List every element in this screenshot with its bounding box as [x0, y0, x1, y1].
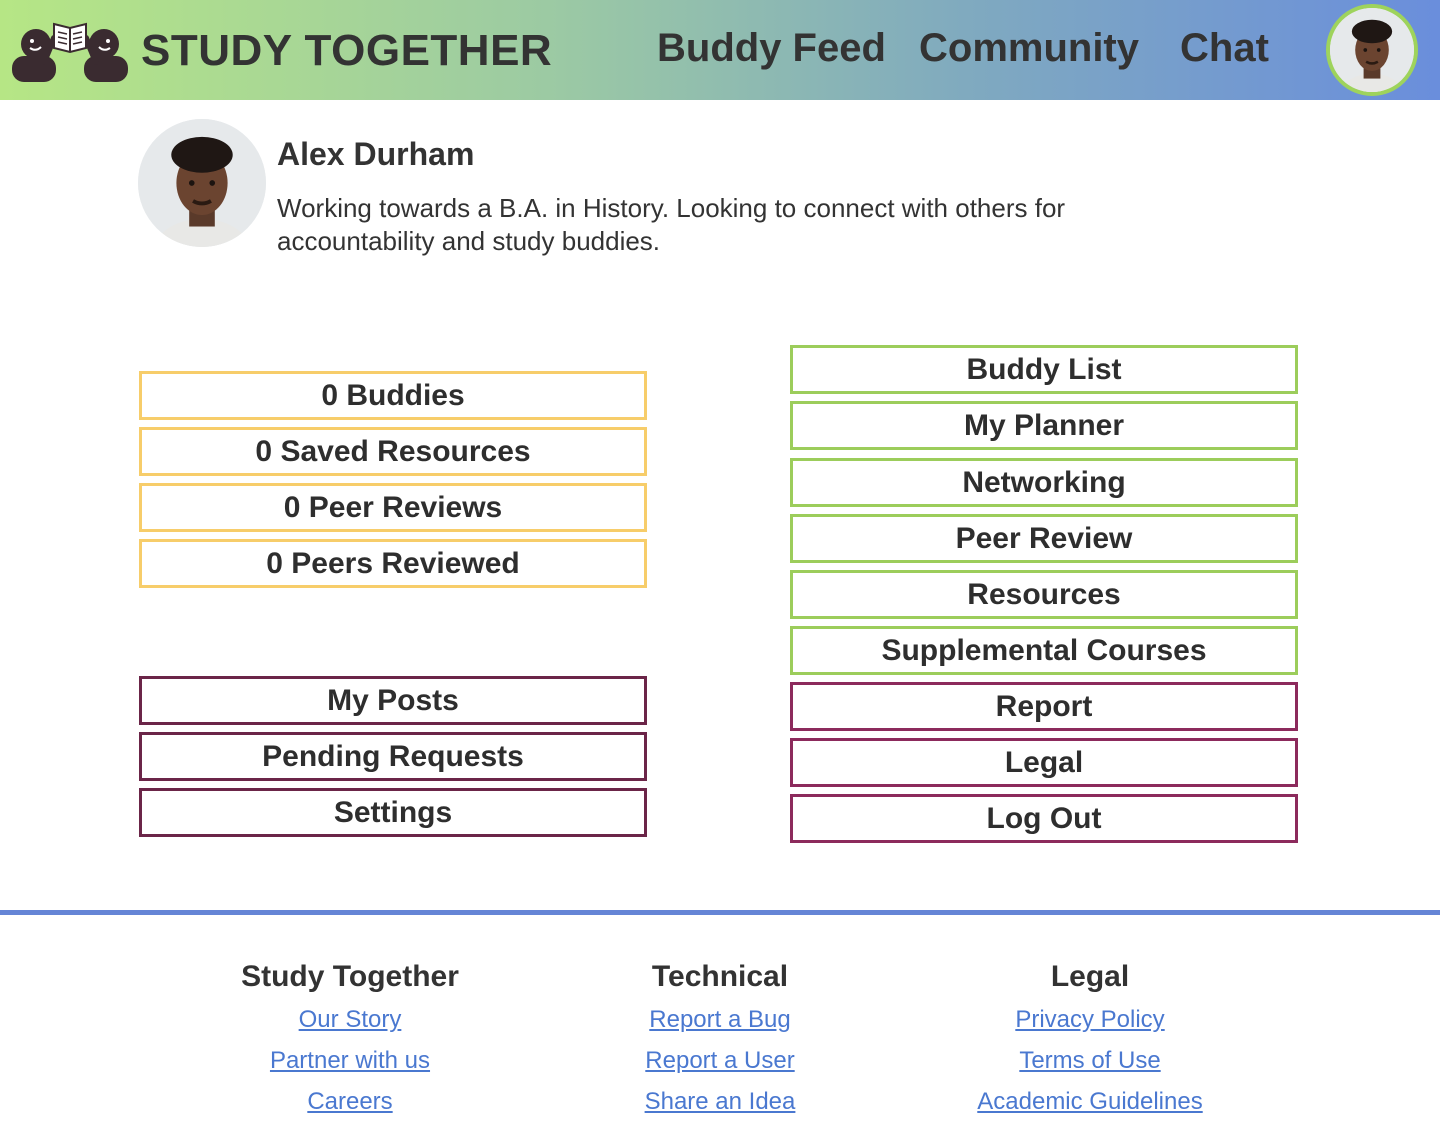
footer-link-our-story[interactable]: Our Story: [170, 999, 530, 1040]
nav-community[interactable]: Community: [919, 26, 1139, 71]
legal-button[interactable]: Legal: [790, 738, 1298, 787]
nav-chat[interactable]: Chat: [1180, 26, 1269, 71]
footer-heading: Legal: [1050, 960, 1130, 993]
report-button[interactable]: Report: [790, 682, 1298, 731]
footer-link-share-idea[interactable]: Share an Idea: [540, 1081, 900, 1122]
peer-review-button[interactable]: Peer Review: [790, 514, 1298, 563]
settings-button[interactable]: Settings: [139, 788, 647, 837]
log-out-button[interactable]: Log Out: [790, 794, 1298, 843]
footer-column-technical: Technical Report a Bug Report a User Sha…: [540, 955, 900, 1122]
footer-link-academic-guidelines[interactable]: Academic Guidelines: [910, 1081, 1270, 1122]
stat-saved-resources: 0 Saved Resources: [139, 427, 647, 476]
footer-divider: [0, 910, 1440, 915]
profile-avatar: [138, 119, 266, 247]
footer-link-privacy-policy[interactable]: Privacy Policy: [910, 999, 1270, 1040]
footer-link-terms-of-use[interactable]: Terms of Use: [910, 1040, 1270, 1081]
profile-bio: Working towards a B.A. in History. Looki…: [277, 193, 1066, 256]
two-readers-book-icon[interactable]: [8, 18, 132, 82]
app-title[interactable]: STUDY TOGETHER: [141, 26, 552, 76]
my-posts-button[interactable]: My Posts: [139, 676, 647, 725]
stat-buddies: 0 Buddies: [139, 371, 647, 420]
footer-link-careers[interactable]: Careers: [170, 1081, 530, 1122]
footer-heading: Study Together: [241, 960, 459, 993]
networking-button[interactable]: Networking: [790, 458, 1298, 507]
pending-requests-button[interactable]: Pending Requests: [139, 732, 647, 781]
footer-heading: Technical: [651, 960, 789, 993]
footer-link-report-user[interactable]: Report a User: [540, 1040, 900, 1081]
stat-peers-reviewed: 0 Peers Reviewed: [139, 539, 647, 588]
footer-link-report-bug[interactable]: Report a Bug: [540, 999, 900, 1040]
footer-column-legal: Legal Privacy Policy Terms of Use Academ…: [910, 955, 1270, 1122]
footer-link-partner[interactable]: Partner with us: [170, 1040, 530, 1081]
footer-column-study-together: Study Together Our Story Partner with us…: [170, 955, 530, 1122]
supplemental-courses-button[interactable]: Supplemental Courses: [790, 626, 1298, 675]
my-planner-button[interactable]: My Planner: [790, 401, 1298, 450]
stat-peer-reviews: 0 Peer Reviews: [139, 483, 647, 532]
user-avatar-button[interactable]: [1326, 4, 1418, 96]
resources-button[interactable]: Resources: [790, 570, 1298, 619]
profile-name: Alex Durham: [277, 136, 475, 172]
top-header: STUDY TOGETHER Buddy Feed Community Chat: [0, 0, 1440, 100]
nav-buddy-feed[interactable]: Buddy Feed: [657, 26, 886, 71]
buddy-list-button[interactable]: Buddy List: [790, 345, 1298, 394]
